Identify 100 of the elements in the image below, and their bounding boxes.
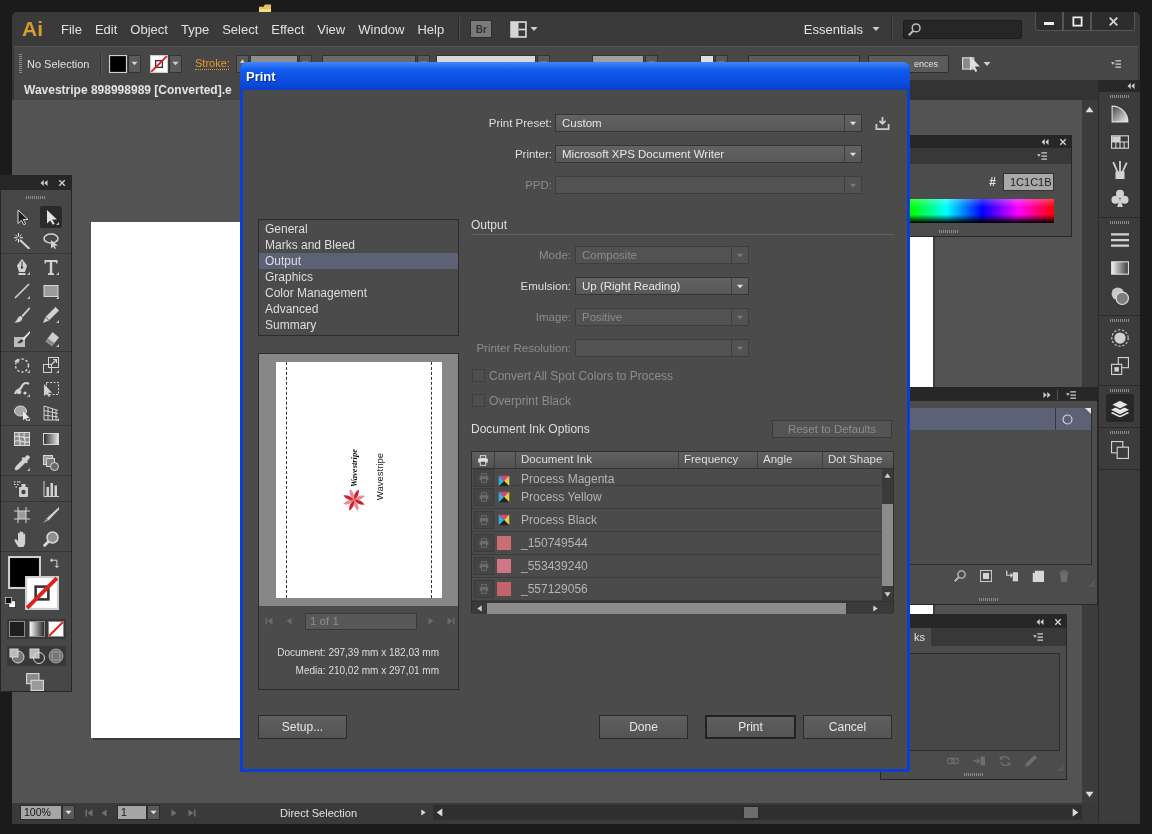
type-icon[interactable] [42,259,59,275]
category-item[interactable]: Advanced [259,301,458,317]
no-stroke-swatch-icon[interactable] [25,576,59,610]
category-item[interactable]: Graphics [259,269,458,285]
eyedropper-icon[interactable] [13,455,30,471]
lasso-icon[interactable] [42,233,59,249]
shape-builder-icon[interactable] [13,405,30,421]
grip-icon[interactable] [1109,319,1130,322]
category-item[interactable]: Color Management [259,285,458,301]
artboard-icon[interactable] [13,507,30,523]
vertical-scrollbar[interactable] [882,469,893,601]
pencil-icon[interactable] [42,307,59,323]
category-item[interactable]: Marks and Bleed [259,237,458,253]
dropdown[interactable]: Microsoft XPS Document Writer [555,145,862,163]
dialog-button[interactable]: Print [705,715,796,739]
close-icon[interactable] [1059,138,1067,146]
column-header[interactable]: Dot Shape [822,452,893,468]
stroke-lines-icon[interactable] [1110,231,1129,249]
horizontal-scrollbar[interactable] [433,805,1082,820]
grip-icon[interactable] [1109,389,1130,392]
new-layer-icon[interactable] [1032,570,1044,582]
grip-icon[interactable] [1109,431,1130,434]
blob-brush-icon[interactable] [13,331,30,347]
close-button[interactable] [1091,12,1135,31]
draw-normal-icon[interactable] [9,648,25,664]
column-header[interactable]: Angle [757,452,822,468]
dropdown-button[interactable] [169,54,182,73]
dropdown-button[interactable] [147,805,160,820]
zoom-field[interactable]: 100% [20,805,62,820]
warp-icon[interactable] [13,381,30,397]
scroll-thumb[interactable] [882,504,893,586]
grip-icon[interactable] [1109,221,1130,224]
panel-menu-icon[interactable] [1031,632,1045,642]
scroll-thumb[interactable] [487,602,846,614]
collapse-icon[interactable] [1036,617,1044,626]
default-colors-icon[interactable] [5,597,16,608]
workspace-switcher[interactable]: Essentials [803,21,880,37]
collapse-icon[interactable] [1041,138,1049,146]
draw-inside-icon[interactable] [48,648,64,664]
layout-icon[interactable] [510,20,528,38]
category-item[interactable]: General [259,221,458,237]
swap-icon[interactable] [50,558,60,568]
paintbrush-icon[interactable] [13,307,30,323]
menu-item[interactable]: File [61,21,82,37]
scroll-thumb[interactable] [743,806,759,819]
cursor-frame-icon[interactable] [962,54,980,73]
hex-field[interactable]: 1C1C1B [1003,173,1054,191]
panel-menu-icon[interactable] [1035,151,1049,161]
spray-can-icon[interactable] [13,481,30,497]
dialog-button[interactable]: Cancel [803,715,892,739]
no-color-icon[interactable] [48,621,64,637]
free-transform-icon[interactable] [42,381,59,397]
fill-swatch-icon[interactable] [109,54,127,73]
column-header[interactable]: Document Ink [515,452,678,468]
mesh-icon[interactable] [13,431,30,447]
panel-menu-icon[interactable] [1064,389,1078,400]
blend-icon[interactable] [42,455,59,471]
brushes-icon[interactable] [1110,161,1129,179]
scale-icon[interactable] [42,357,59,373]
caret-icon[interactable] [530,25,539,33]
gradient-icon[interactable] [1110,259,1129,277]
color-mode-icon[interactable] [9,621,25,637]
menu-item[interactable]: Window [358,21,405,37]
swatch-grid-icon[interactable] [1110,133,1129,151]
scroll-up-icon[interactable] [884,472,891,479]
grip-icon[interactable] [19,53,22,74]
clipping-mask-icon[interactable] [980,570,992,582]
scroll-down-icon[interactable] [1085,790,1094,799]
stacked-squares-icon[interactable] [1110,357,1129,375]
magic-wand-icon[interactable] [13,233,30,249]
knife-icon[interactable] [42,507,59,523]
menu-item[interactable]: Help [417,21,445,37]
draw-behind-icon[interactable] [28,648,45,664]
collapse-icon[interactable] [1127,82,1135,90]
sublayer-icon[interactable] [1006,570,1018,582]
menu-item[interactable]: Type [180,21,210,37]
rotate-icon[interactable] [13,357,30,373]
target-icon[interactable] [1062,413,1073,425]
dialog-button[interactable]: Done [599,715,688,739]
scroll-left-icon[interactable] [476,604,483,612]
scroll-right-icon[interactable] [1071,808,1080,817]
panel-menu-icon[interactable] [1109,58,1123,69]
grip-icon[interactable] [963,773,984,776]
printer-icon[interactable] [477,454,489,466]
gradient-icon[interactable] [42,431,59,447]
minimize-button[interactable] [1035,12,1063,31]
artboards-icon[interactable] [1110,441,1129,459]
grip-icon[interactable] [979,598,999,601]
caret-icon[interactable] [983,59,991,68]
layers-icon[interactable] [1105,394,1134,422]
menu-item[interactable]: Edit [94,21,118,37]
grip-icon[interactable] [1109,95,1130,98]
resize-grip-icon[interactable] [1056,763,1064,771]
menu-arrow-icon[interactable] [420,808,427,817]
horizontal-scrollbar[interactable] [472,601,893,614]
club-icon[interactable] [1110,189,1129,207]
rectangle-icon[interactable] [42,283,59,299]
perspective-grid-icon[interactable] [42,405,59,421]
resize-grip-icon[interactable] [1087,579,1095,587]
column-header[interactable]: Frequency [678,452,757,468]
